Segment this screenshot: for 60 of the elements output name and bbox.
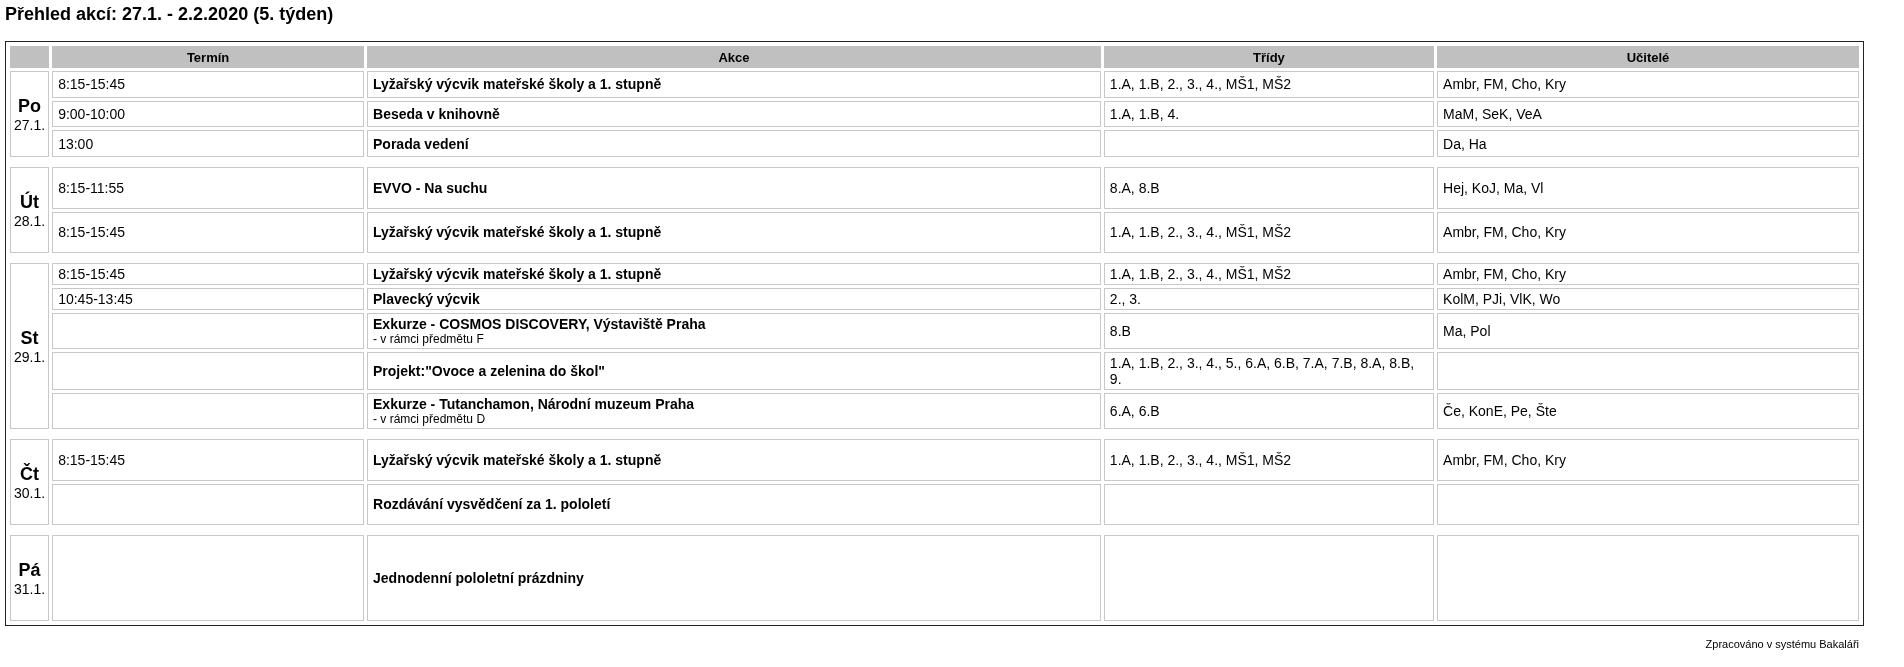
teachers-cell: Da, Ha [1437,130,1859,157]
teachers-cell: Če, KonE, Pe, Šte [1437,393,1859,429]
teachers-cell: Ma, Pol [1437,313,1859,349]
event-title: Porada vedení [373,135,470,152]
teachers-cell: Ambr, FM, Cho, Kry [1437,211,1859,253]
teachers-cell: MaM, SeK, VeA [1437,100,1859,128]
footer-text: Zpracováno v systému Bakaláři [1705,638,1859,650]
day-date: 31.1. [14,580,46,597]
day-date: 27.1. [14,116,46,133]
classes-cell: 1.A, 1.B, 4. [1103,100,1435,128]
column-header: Termín [52,46,364,68]
teachers-cell: Ambr, FM, Cho, Kry [1437,71,1859,98]
time-cell: 8:15-15:45 [52,211,364,253]
event-title: Jednodenní pololetní prázdniny [373,570,585,586]
event-title: Lyžařský výcvik mateřské školy a 1. stupně [373,451,663,468]
classes-cell: 1.A, 1.B, 2., 3., 4., MŠ1, MŠ2 [1103,439,1435,481]
day-date: 29.1. [14,348,46,365]
event-title: Beseda v knihovně [373,106,501,122]
teachers-cell: Hej, KoJ, Ma, Vl [1437,167,1859,209]
event-title: Exkurze - COSMOS DISCOVERY, Výstaviště Praha [373,316,707,332]
time-cell: 8:15-15:45 [52,71,364,98]
classes-cell: 8.A, 8.B [1103,167,1435,209]
classes-cell: 1.A, 1.B, 2., 3., 4., MŠ1, MŠ2 [1103,263,1435,285]
event-note: - v rámci předmětu D [373,412,487,426]
classes-cell: 8.B [1103,313,1435,349]
column-header: Akce [367,46,1101,68]
page-title: Přehled akcí: 27.1. - 2.2.2020 (5. týden) [5,4,334,25]
event-title: EVVO - Na suchu [373,179,489,196]
day-name: St [19,327,40,349]
day-name: Út [19,191,41,213]
event-title: Exkurze - Tutanchamon, Národní muzeum Praha [373,396,696,412]
day-name: Po [17,95,43,117]
day-name: Čt [19,463,41,485]
column-header: Učitelé [1437,46,1859,68]
classes-cell: 1.A, 1.B, 2., 3., 4., MŠ1, MŠ2 [1103,71,1435,98]
day-name: Pá [17,559,42,581]
header-cell [10,46,50,68]
classes-cell: 6.A, 6.B [1103,393,1435,429]
teachers-cell: KolM, PJi, VlK, Wo [1437,288,1859,310]
day-date: 30.1. [14,484,46,501]
event-title: Lyžařský výcvik mateřské školy a 1. stupně [373,224,663,241]
event-title: Rozdávání vysvědčení za 1. pololetí [373,496,612,513]
column-header: Třídy [1103,46,1435,68]
event-title: Plavecký výcvik [373,291,481,307]
time-cell: 9:00-10:00 [52,100,364,128]
classes-cell: 1.A, 1.B, 2., 3., 4., 5., 6.A, 6.B, 7.A, 7.B, 8.A, 8.B, 9. [1103,352,1435,390]
day-date: 28.1. [14,212,46,229]
time-cell: 10:45-13:45 [52,288,364,310]
teachers-cell: Ambr, FM, Cho, Kry [1437,439,1859,481]
time-cell: 8:15-11:55 [52,167,364,209]
classes-cell: 1.A, 1.B, 2., 3., 4., MŠ1, MŠ2 [1103,211,1435,253]
time-cell: 8:15-15:45 [52,263,364,285]
teachers-cell: Ambr, FM, Cho, Kry [1437,263,1859,285]
classes-cell: 2., 3. [1103,288,1435,310]
time-cell: 13:00 [52,130,364,157]
event-title: Projekt:"Ovoce a zelenina do škol" [373,363,606,379]
event-note: - v rámci předmětu F [373,332,485,346]
time-cell: 8:15-15:45 [52,439,364,481]
event-title: Lyžařský výcvik mateřské školy a 1. stupně [373,266,663,282]
event-title: Lyžařský výcvik mateřské školy a 1. stupně [373,76,663,93]
